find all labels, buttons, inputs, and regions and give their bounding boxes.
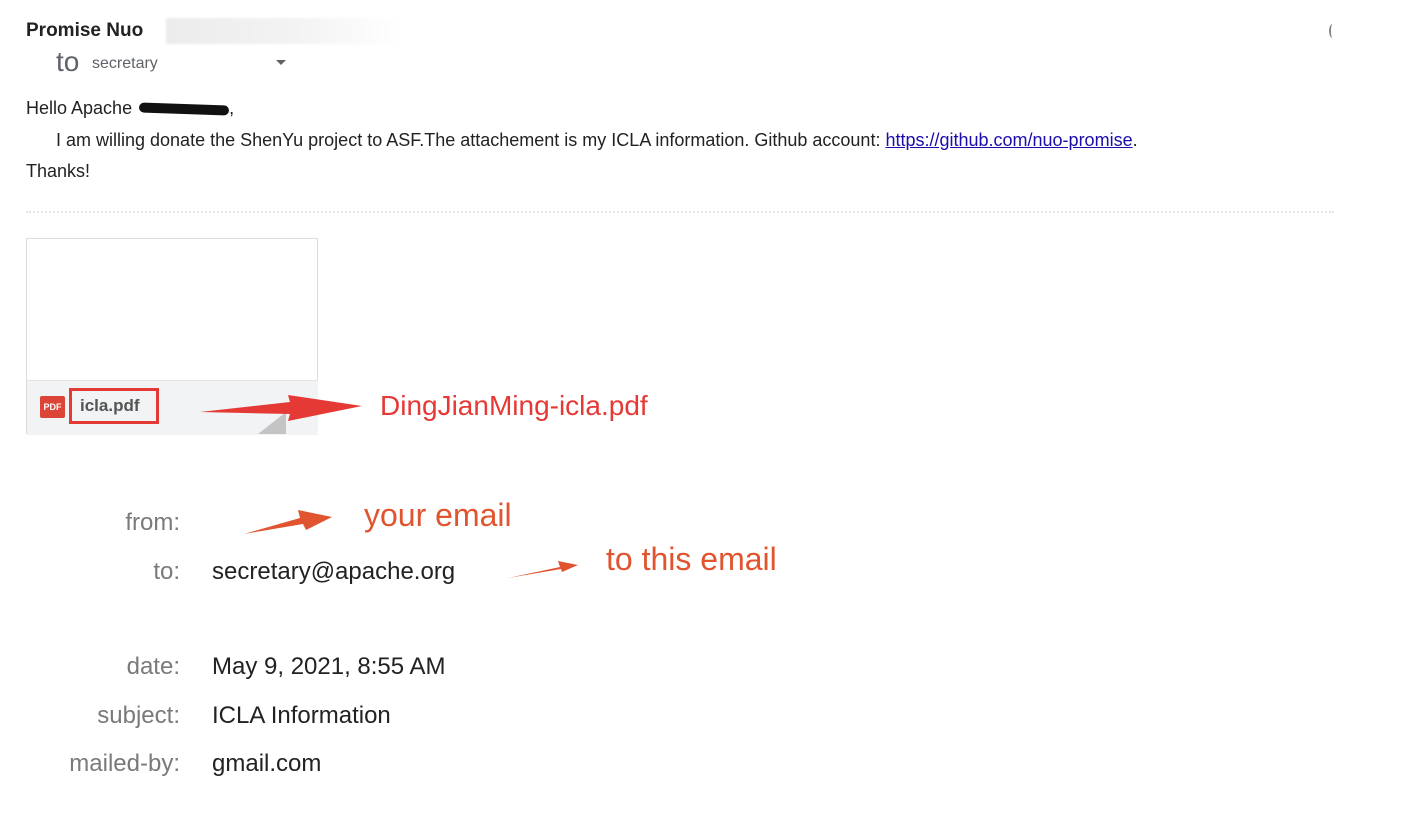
redaction-scribble — [138, 102, 230, 116]
greeting-text: Hello Apache — [26, 98, 133, 118]
mailed-by-value: gmail.com — [212, 750, 322, 777]
sender-email-redacted — [166, 18, 402, 44]
arrow-to-to-field — [508, 561, 578, 578]
attachment-filename[interactable]: icla.pdf — [80, 396, 140, 416]
pdf-icon: PDF — [40, 396, 65, 418]
message-body-text: I am willing donate the ShenYu project t… — [56, 130, 886, 150]
arrow-to-from-field — [244, 510, 332, 534]
to-value: secretary@apache.org — [212, 558, 456, 585]
more-options-icon[interactable] — [1329, 24, 1336, 38]
message-text: I am willing donate the ShenYu project t… — [56, 130, 1138, 151]
date-label: date: — [126, 653, 180, 680]
annotation-to-note: to this email — [606, 541, 777, 577]
closing-text: Thanks! — [26, 161, 91, 181]
recipient-to-label: to — [56, 46, 80, 77]
annotation-from-note: your email — [364, 497, 512, 533]
recipient-summary[interactable]: secretary — [92, 55, 158, 73]
to-label: to: — [153, 558, 180, 585]
greeting-line: Hello Apache , — [26, 98, 234, 119]
annotation-filename-note: DingJianMing-icla.pdf — [380, 390, 648, 421]
github-link[interactable]: https://github.com/nuo-promise — [885, 130, 1132, 150]
divider — [26, 211, 1334, 213]
sender-name: Promise Nuo — [26, 20, 144, 41]
date-value: May 9, 2021, 8:55 AM — [212, 653, 446, 680]
greeting-comma: , — [229, 98, 235, 118]
message-end: . — [1132, 130, 1138, 150]
subject-label: subject: — [97, 702, 180, 729]
mailed-by-label: mailed-by: — [69, 750, 180, 777]
page-fold-icon — [258, 412, 286, 434]
subject-value: ICLA Information — [212, 702, 391, 729]
from-label: from: — [125, 509, 180, 536]
chevron-down-icon[interactable] — [276, 60, 286, 65]
